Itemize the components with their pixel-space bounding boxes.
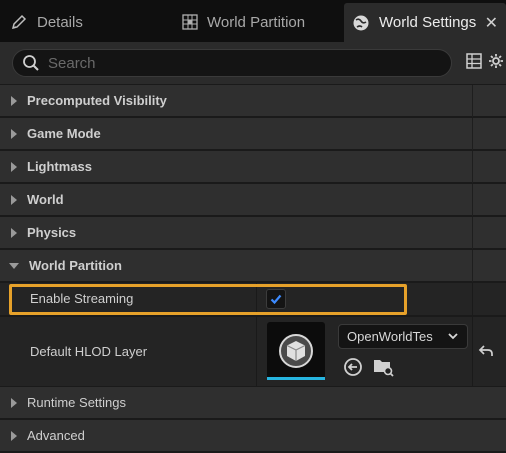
expand-arrow-icon [11,430,17,441]
expand-arrow-icon [11,227,17,238]
chevron-down-icon [447,330,459,342]
pencil-icon [10,13,28,31]
category-label: Physics [27,225,77,240]
close-icon[interactable]: ✕ [485,13,498,33]
category-label: Runtime Settings [27,395,126,410]
tab-label: World Settings [379,14,477,31]
enable-streaming-checkbox[interactable] [266,289,286,309]
category-world[interactable]: World [0,184,506,216]
use-selected-icon[interactable] [343,357,363,377]
category-label: World Partition [29,258,122,273]
category-world-partition[interactable]: World Partition [0,250,506,282]
category-runtime-settings[interactable]: Runtime Settings [0,387,506,419]
property-row-default-hlod-layer: Default HLOD Layer OpenWorldTes [0,317,506,387]
cube-icon [279,334,313,368]
reset-to-default-icon[interactable] [478,344,494,358]
category-label: Advanced [27,428,85,443]
expand-arrow-icon [11,194,17,205]
tab-details[interactable]: Details [10,4,83,40]
property-label: Default HLOD Layer [30,344,148,359]
search-box[interactable] [12,49,452,77]
hlod-layer-combo[interactable]: OpenWorldTes [338,324,468,349]
divider [472,85,473,117]
asset-thumbnail[interactable] [267,322,325,380]
browse-folder-icon[interactable] [373,357,395,377]
globe-icon [352,14,370,32]
search-row [0,42,506,84]
asset-type-bar [267,377,325,380]
category-game-mode[interactable]: Game Mode [0,118,506,150]
divider [472,118,473,150]
gear-icon[interactable] [488,53,504,69]
expand-arrow-icon [11,397,17,408]
divider [256,317,257,386]
category-label: Precomputed Visibility [27,93,167,108]
divider [472,283,473,315]
grid-icon [182,14,198,30]
search-icon [22,54,40,72]
tab-world-settings[interactable]: World Settings ✕ [344,3,506,42]
category-lightmass[interactable]: Lightmass [0,151,506,183]
divider [472,217,473,249]
category-precomputed-visibility[interactable]: Precomputed Visibility [0,85,506,117]
tab-label: Details [37,13,83,31]
expand-arrow-icon [11,161,17,172]
category-label: World [27,192,64,207]
search-input[interactable] [48,54,428,72]
category-advanced[interactable]: Advanced [0,420,506,452]
divider [256,283,257,315]
divider [472,317,473,386]
tab-world-partition[interactable]: World Partition [182,4,305,40]
category-label: Game Mode [27,126,101,141]
divider [472,184,473,216]
category-physics[interactable]: Physics [0,217,506,249]
collapse-arrow-icon [9,262,19,269]
divider [472,151,473,183]
property-row-enable-streaming: Enable Streaming [0,283,506,316]
tab-bar: Details World Partition World Settings ✕ [0,0,506,42]
table-view-icon[interactable] [466,53,482,69]
divider [472,250,473,282]
expand-arrow-icon [11,128,17,139]
combo-value: OpenWorldTes [347,329,433,344]
category-label: Lightmass [27,159,93,174]
expand-arrow-icon [11,95,17,106]
checkmark-icon [270,294,282,305]
property-label: Enable Streaming [30,291,134,306]
tab-label: World Partition [207,13,306,31]
